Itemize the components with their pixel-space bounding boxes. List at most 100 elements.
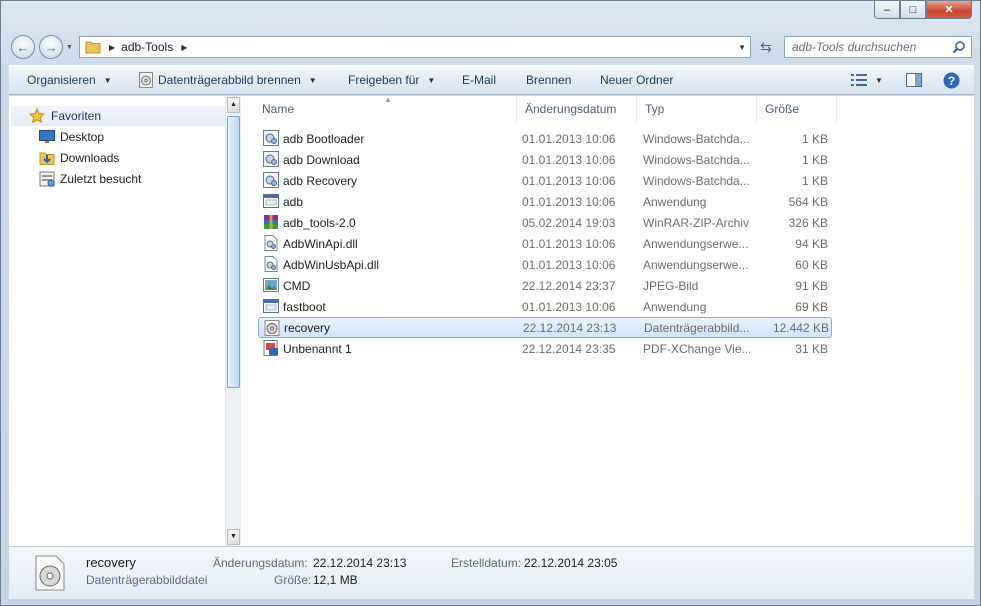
search-icon[interactable] [952,40,966,54]
column-header-label: Name [262,102,295,116]
back-button[interactable]: ← [11,35,35,59]
sidebar-item-downloads[interactable]: Downloads [39,148,119,168]
file-name: adb Download [283,152,360,167]
file-row[interactable]: fastboot 01.01.2013 10:06 Anwendung 69 KB [258,296,832,317]
help-button[interactable]: ? [943,66,960,94]
file-type: Windows-Batchda... [643,131,750,146]
column-header-date[interactable]: Änderungsdatum [517,96,637,122]
file-type: Windows-Batchda... [643,173,750,188]
file-size: 69 KB [795,299,828,314]
burn-disc-image-button[interactable]: Datenträgerabbild brennen ▼ [139,66,317,94]
file-date: 05.02.2014 19:03 [522,215,616,230]
minimize-button[interactable]: – [874,1,900,19]
address-bar[interactable]: ▶ adb-Tools ▶ ▼ [79,36,751,58]
recent-pages-chevron-icon[interactable]: ▼ [66,44,73,51]
column-header-name[interactable]: Name [254,96,517,122]
preview-pane-button[interactable] [906,66,922,94]
breadcrumb-separator-icon[interactable]: ▶ [109,43,115,52]
file-row[interactable]: adb Bootloader 01.01.2013 10:06 Windows-Ba… [258,128,832,149]
folder-icon [85,41,101,54]
scroll-up-button[interactable]: ▲ [227,97,240,113]
refresh-button[interactable]: ⇆ [753,36,779,58]
file-date: 01.01.2013 10:06 [522,299,616,314]
search-input[interactable] [785,39,952,55]
address-dropdown-icon[interactable]: ▼ [738,43,746,52]
file-name: AdbWinUsbApi.dll [283,257,380,272]
sidebar-item-label: Zuletzt besucht [60,172,142,186]
file-row[interactable]: adb Download 01.01.2013 10:06 Windows-Batc… [258,149,832,170]
window-controls: – □ ✕ [874,1,972,19]
file-date: 01.01.2013 10:06 [522,131,616,146]
search-box[interactable] [784,36,972,58]
file-row[interactable]: CMD 22.12.2014 23:37 JPEG-Bild 91 KB [258,275,832,296]
batch-file-icon [263,151,279,167]
help-icon: ? [943,72,960,88]
file-type: PDF-XChange Vie... [643,341,752,356]
file-size: 12.442 KB [772,320,829,335]
details-file-type: Datenträgerabbilddatei [86,573,208,587]
details-size-value: 12,1 MB [313,573,358,587]
application-icon [263,298,279,314]
breadcrumb-separator-icon[interactable]: ▶ [181,43,187,52]
column-header-label: Typ [645,102,665,116]
file-row[interactable]: adb_tools-2.0 05.02.2014 19:03 WinRAR-ZIP-… [258,212,832,233]
burn-button[interactable]: Brennen [526,66,571,94]
file-row[interactable]: adb 01.01.2013 10:06 Anwendung 564 KB [258,191,832,212]
sidebar-item-label: Desktop [60,130,105,144]
column-header-label: Größe [765,102,800,116]
batch-file-icon [263,130,279,146]
file-date: 01.01.2013 10:06 [522,236,616,251]
file-row[interactable]: Unbenannt 1 22.12.2014 23:35 PDF-XChange V… [258,338,832,359]
chevron-down-icon: ▼ [427,75,436,85]
close-button[interactable]: ✕ [926,1,972,19]
organize-label: Organisieren [27,73,96,87]
file-size: 1 KB [801,173,828,188]
maximize-button[interactable]: □ [900,1,926,19]
file-row[interactable]: AdbWinApi.dll 01.01.2013 10:06 Anwendungse… [258,233,832,254]
file-size: 31 KB [795,341,828,356]
sidebar-item-desktop[interactable]: Desktop [39,127,104,147]
sidebar-item-label: Downloads [60,151,120,165]
jpeg-image-icon [263,277,279,293]
forward-button[interactable]: → [39,35,63,59]
scroll-thumb[interactable] [227,116,240,388]
chevron-down-icon: ▼ [875,75,883,85]
file-row[interactable]: adb Recovery 01.01.2013 10:06 Windows-Batc… [258,170,832,191]
application-icon [263,193,279,209]
file-name: adb_tools-2.0 [283,215,356,230]
details-size-label: Größe: [274,573,312,587]
command-bar: Organisieren ▼ Datenträgerabbild brennen ▼… [9,65,974,95]
sidebar-favorites[interactable]: Favoriten [11,106,225,126]
new-folder-button[interactable]: Neuer Ordner [600,66,673,94]
pane-splitter[interactable] [241,96,254,546]
disc-image-icon [139,72,153,88]
navigation-scrollbar[interactable]: ▲ ▼ [225,96,241,546]
file-row[interactable]: AdbWinUsbApi.dll 01.01.2013 10:06 Anwendun… [258,254,832,275]
scroll-down-button[interactable]: ▼ [227,529,240,545]
file-list: ▲ Name Änderungsdatum Typ Größe adb Boot… [254,95,974,546]
file-type: Windows-Batchda... [643,152,750,167]
column-header-size[interactable]: Größe [757,96,837,122]
recent-places-icon [39,171,55,187]
navigation-pane: Favoriten Desktop Downloads Zuletzt besu… [9,96,241,546]
preview-pane-icon [906,73,922,87]
view-options-button[interactable]: ▼ [851,66,883,94]
file-size: 1 KB [801,152,828,167]
file-type: JPEG-Bild [643,278,699,293]
dll-file-icon [263,256,279,272]
file-type: Anwendung [643,299,707,314]
column-header-type[interactable]: Typ [637,96,757,122]
share-with-label: Freigeben für [348,73,420,87]
disc-image-icon [264,320,280,336]
email-button[interactable]: E-Mail [462,66,496,94]
file-size: 326 KB [788,215,828,230]
file-name: adb Recovery [283,173,358,188]
desktop-icon [39,130,55,143]
refresh-icon: ⇆ [760,38,772,55]
file-row[interactable]: recovery 22.12.2014 23:13 Datenträgerabbil… [258,317,832,338]
share-with-button[interactable]: Freigeben für ▼ [348,66,435,94]
organize-button[interactable]: Organisieren ▼ [27,66,112,94]
sidebar-item-recent-places[interactable]: Zuletzt besucht [39,169,141,189]
breadcrumb-item[interactable]: adb-Tools [121,40,173,54]
file-name: Unbenannt 1 [283,341,352,356]
